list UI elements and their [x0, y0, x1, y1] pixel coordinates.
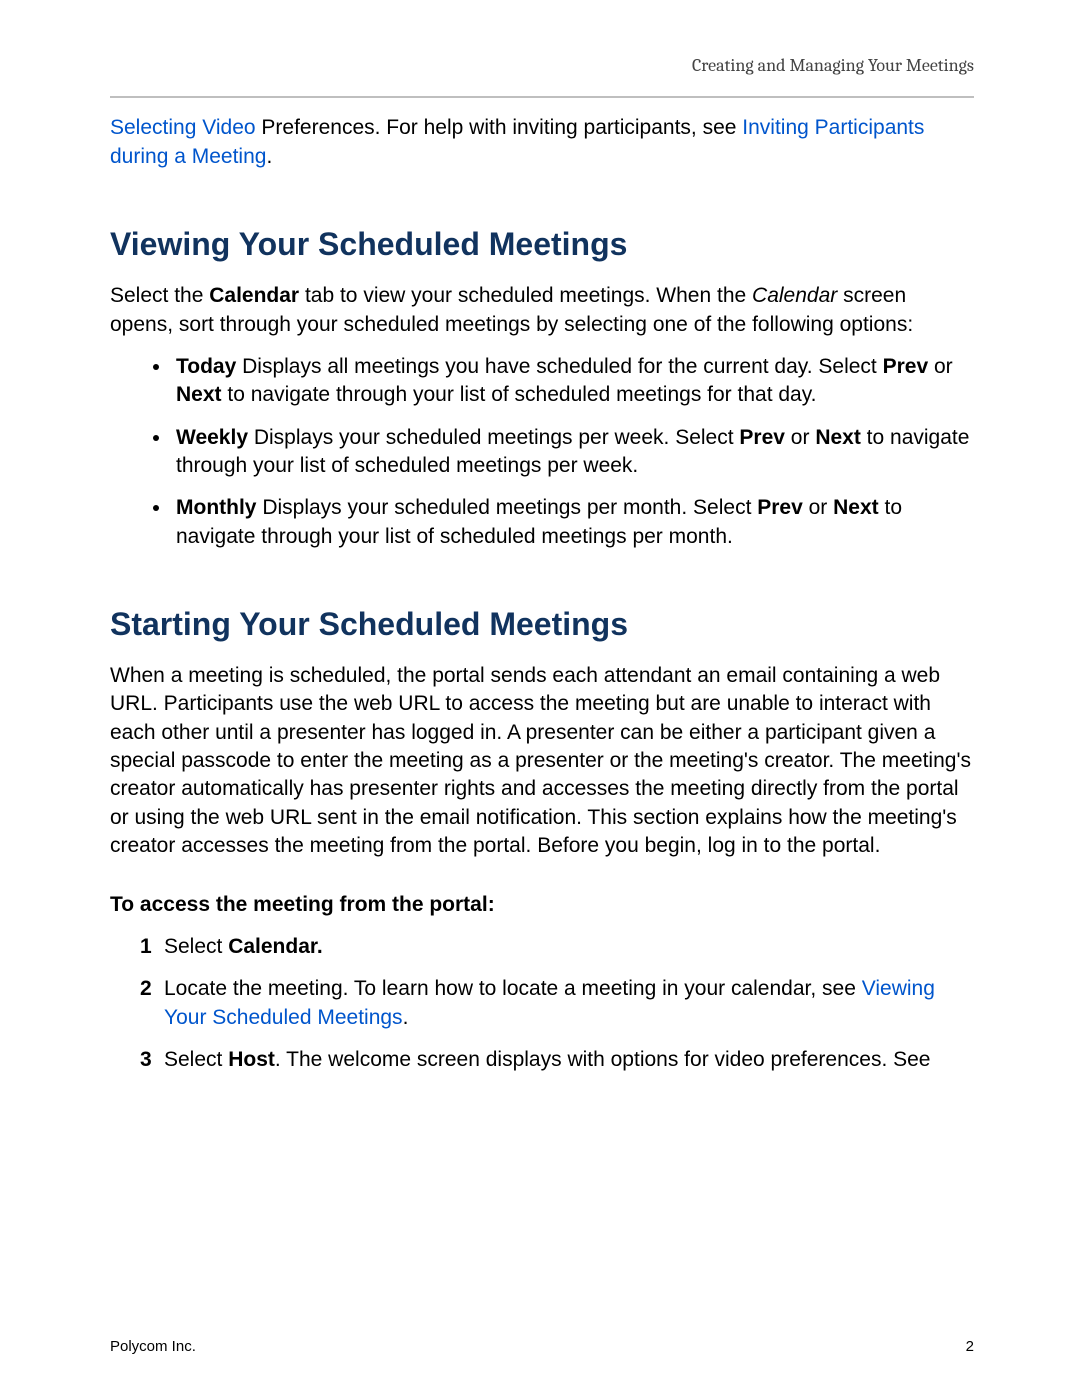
text-bold-next: Next	[176, 383, 222, 406]
text-italic-calendar: Calendar	[752, 284, 837, 307]
heading-starting-scheduled: Starting Your Scheduled Meetings	[110, 603, 974, 646]
page-footer: Polycom Inc. 2	[110, 1337, 974, 1357]
footer-page-number: 2	[966, 1337, 974, 1357]
list-item: Select Calendar.	[158, 933, 974, 961]
text: or	[928, 355, 953, 378]
section1-paragraph: Select the Calendar tab to view your sch…	[110, 282, 974, 339]
heading-viewing-scheduled: Viewing Your Scheduled Meetings	[110, 223, 974, 266]
procedure-subhead: To access the meeting from the portal:	[110, 891, 974, 919]
text-bold-calendar: Calendar	[209, 284, 299, 307]
text: Displays all meetings you have scheduled…	[236, 355, 882, 378]
text-bold-prev: Prev	[739, 426, 785, 449]
text-bold-calendar: Calendar.	[228, 935, 323, 958]
text: .	[403, 1006, 409, 1029]
text: to navigate through your list of schedul…	[222, 383, 817, 406]
text: Displays your scheduled meetings per wee…	[248, 426, 739, 449]
page: Creating and Managing Your Meetings Sele…	[0, 0, 1080, 1397]
intro-text-2: .	[266, 145, 272, 168]
text: tab to view your scheduled meetings. Whe…	[299, 284, 752, 307]
section2-paragraph: When a meeting is scheduled, the portal …	[110, 662, 974, 860]
text: Select	[164, 935, 228, 958]
intro-paragraph: Selecting Video Preferences. For help wi…	[110, 114, 974, 171]
list-item: Monthly Displays your scheduled meetings…	[172, 494, 974, 551]
list-item: Weekly Displays your scheduled meetings …	[172, 424, 974, 481]
text-bold-prev: Prev	[883, 355, 929, 378]
link-selecting-video[interactable]: Selecting Video	[110, 116, 256, 139]
steps-list: Select Calendar. Locate the meeting. To …	[110, 933, 974, 1074]
running-header: Creating and Managing Your Meetings	[110, 54, 974, 78]
text: or	[785, 426, 815, 449]
header-rule	[110, 96, 974, 98]
text-bold-next: Next	[815, 426, 861, 449]
text: Locate the meeting. To learn how to loca…	[164, 977, 862, 1000]
list-item: Locate the meeting. To learn how to loca…	[158, 975, 974, 1032]
text: Select the	[110, 284, 209, 307]
text: Select	[164, 1048, 228, 1071]
options-list: Today Displays all meetings you have sch…	[110, 353, 974, 551]
footer-company: Polycom Inc.	[110, 1337, 196, 1357]
option-monthly: Monthly	[176, 496, 256, 519]
text-bold-prev: Prev	[757, 496, 803, 519]
text: . The welcome screen displays with optio…	[275, 1048, 931, 1071]
text: or	[803, 496, 833, 519]
option-today: Today	[176, 355, 236, 378]
option-weekly: Weekly	[176, 426, 248, 449]
list-item: Select Host. The welcome screen displays…	[158, 1046, 974, 1074]
list-item: Today Displays all meetings you have sch…	[172, 353, 974, 410]
text: Displays your scheduled meetings per mon…	[256, 496, 757, 519]
text-bold-next: Next	[833, 496, 879, 519]
intro-text-1: Preferences. For help with inviting part…	[256, 116, 743, 139]
text-bold-host: Host	[228, 1048, 275, 1071]
